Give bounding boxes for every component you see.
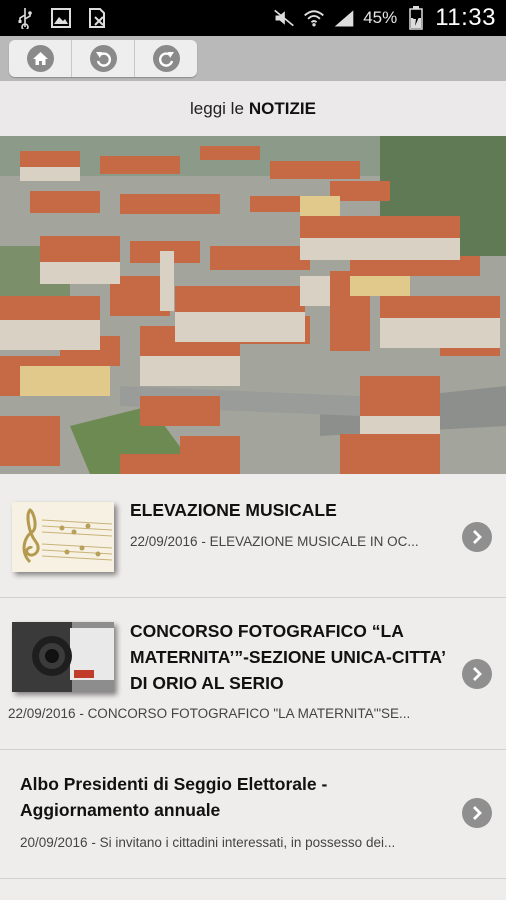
refresh-button[interactable] xyxy=(135,40,197,77)
music-score-thumbnail xyxy=(12,502,114,572)
wifi-icon xyxy=(303,6,325,30)
header-prefix: leggi le xyxy=(190,98,244,118)
hero-town-image xyxy=(0,136,506,474)
status-bar: 45% 11:33 xyxy=(0,0,506,36)
toolbar xyxy=(0,36,506,81)
home-button[interactable] xyxy=(9,40,72,77)
nav-button-group xyxy=(9,40,197,77)
list-item[interactable]: ELEVAZIONE MUSICALE 22/09/2016 - ELEVAZI… xyxy=(0,474,506,598)
back-icon xyxy=(89,45,117,72)
list-item[interactable]: Albo Presidenti di Seggio Elettorale - A… xyxy=(0,750,506,879)
home-icon xyxy=(26,45,54,72)
list-item[interactable]: CONCORSO FOTOGRAFICO “LA MATERNITA’”-SEZ… xyxy=(0,598,506,750)
chevron-right-icon[interactable] xyxy=(462,798,492,828)
page-title: NOTIZIE xyxy=(248,98,316,118)
signal-icon xyxy=(333,6,355,30)
news-title: ELEVAZIONE MUSICALE xyxy=(130,500,337,520)
battery-percent: 45% xyxy=(363,8,398,27)
news-title: CONCORSO FOTOGRAFICO “LA MATERNITA’”-SEZ… xyxy=(130,621,445,693)
file-disabled-icon xyxy=(86,6,108,30)
usb-icon xyxy=(14,6,36,30)
battery-icon xyxy=(405,6,427,30)
back-button[interactable] xyxy=(72,40,135,77)
news-title: Albo Presidenti di Seggio Elettorale - A… xyxy=(20,774,328,820)
chevron-right-icon[interactable] xyxy=(462,659,492,689)
image-icon xyxy=(50,6,72,30)
news-subtitle: 22/09/2016 - CONCORSO FOTOGRAFICO "LA MA… xyxy=(8,706,411,721)
chevron-right-icon[interactable] xyxy=(462,522,492,552)
mute-icon xyxy=(273,6,295,30)
clock: 11:33 xyxy=(435,4,496,31)
news-subtitle: 22/09/2016 - ELEVAZIONE MUSICALE IN OC..… xyxy=(130,534,419,549)
refresh-icon xyxy=(152,45,180,72)
page-header: leggi le NOTIZIE xyxy=(0,81,506,136)
camera-thumbnail xyxy=(12,622,114,692)
news-subtitle: 20/09/2016 - Si invitano i cittadini int… xyxy=(20,835,396,850)
